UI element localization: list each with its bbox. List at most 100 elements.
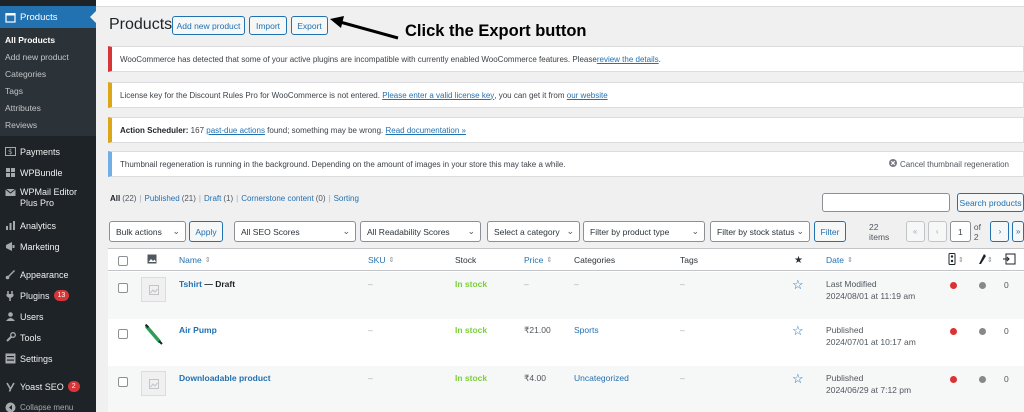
links-count: 0 [1004,326,1009,336]
sort-icon: ⇕ [546,257,553,264]
first-page-button: « [905,221,925,242]
readability-column-icon[interactable]: ⇕ [978,253,998,265]
sidebar-item-tools[interactable]: Tools [5,332,93,343]
import-button[interactable]: Import [249,16,287,35]
read-documentation-link[interactable]: Read documentation » [385,126,466,135]
image-column-icon [147,254,157,264]
sorting-link[interactable]: Sorting [334,194,359,203]
submenu-attributes[interactable]: Attributes [5,103,41,113]
sku-cell: – [368,325,373,335]
submenu-reviews[interactable]: Reviews [5,120,37,130]
past-due-actions-link[interactable]: past-due actions [206,126,265,135]
instruction-annotation: Click the Export button [405,22,587,40]
filter-button[interactable]: Filter [814,221,846,242]
product-name-link[interactable]: Downloadable product [179,373,271,383]
seo-score-column-icon[interactable]: ⇕ [948,253,970,265]
categories-column-header: Categories [574,255,616,265]
select-all-checkbox[interactable] [118,256,128,266]
sidebar-item-settings[interactable]: Settings [5,353,93,364]
submenu-tags[interactable]: Tags [5,86,23,96]
sku-cell: – [368,279,373,289]
table-row: Tshirt — Draft – In stock – – – ☆ Last M… [108,272,1024,319]
product-type-select[interactable]: Filter by product type ⌄ [583,221,705,242]
featured-toggle-star-icon[interactable]: ☆ [792,323,804,339]
links-column-icon[interactable] [1002,253,1020,265]
our-website-link[interactable]: our website [567,91,608,100]
sidebar-item-payments[interactable]: $ Payments [5,146,93,157]
sidebar-item-wpbundle[interactable]: WPBundle [5,167,93,178]
readability-scores-select[interactable]: All Readability Scores ⌄ [360,221,481,242]
stock-status-select[interactable]: Filter by stock status ⌄ [710,221,810,242]
select-value: Filter by product type [590,226,670,237]
mail-icon [5,187,16,198]
row-checkbox[interactable] [118,283,128,293]
price-cell: – [524,279,529,289]
seo-score-indicator [950,328,957,335]
date-value: 2024/07/01 at 10:17 am [826,337,916,347]
cancel-thumbnail-regeneration-button[interactable]: Cancel thumbnail regeneration [889,159,1009,169]
collapse-menu-button[interactable]: Collapse menu [5,402,93,412]
users-icon [5,311,16,322]
submenu-add-new-product[interactable]: Add new product [5,52,69,62]
apply-button[interactable]: Apply [189,221,223,242]
header-label: Name [179,255,202,265]
sku-column-header[interactable]: SKU ⇕ [368,255,394,265]
enter-license-key-link[interactable]: Please enter a valid license key [382,91,494,100]
product-name-link[interactable]: Air Pump [179,325,217,335]
featured-toggle-star-icon[interactable]: ☆ [792,371,804,387]
add-new-product-button[interactable]: Add new product [172,16,245,35]
product-placeholder-image[interactable] [141,277,166,302]
product-name-link[interactable]: Tshirt [179,279,202,289]
search-products-input[interactable] [822,193,950,212]
view-draft-link[interactable]: Draft [204,194,221,203]
sidebar-item-products[interactable]: Products [0,6,96,28]
sidebar-item-marketing[interactable]: Marketing [5,241,93,252]
view-cornerstone-link[interactable]: Cornerstone content [241,194,314,203]
category-link[interactable]: Sports [574,325,599,335]
name-column-header[interactable]: Name ⇕ [179,255,211,265]
view-published-link[interactable]: Published [145,194,180,203]
sidebar-item-plugins[interactable]: Plugins 13 [5,290,93,301]
status-filter-links: All (22) | Published (21) | Draft (1) | … [110,194,359,203]
yoast-icon [5,381,16,392]
select-value: All SEO Scores [241,226,300,237]
price-column-header[interactable]: Price ⇕ [524,255,552,265]
review-details-link[interactable]: review the details [597,55,659,64]
seo-score-indicator [950,376,957,383]
product-placeholder-image[interactable] [141,371,166,396]
bulk-actions-select[interactable]: Bulk actions ⌄ [109,221,186,242]
products-submenu: All Products Add new product Categories … [0,28,96,136]
current-page-input[interactable]: 1 [949,221,971,242]
license-key-notice: License key for the Discount Rules Pro f… [108,82,1024,108]
category-select[interactable]: Select a category ⌄ [487,221,580,242]
sidebar-item-analytics[interactable]: Analytics [5,220,93,231]
air-pump-image[interactable] [141,321,166,346]
sidebar-item-yoast-seo[interactable]: Yoast SEO 2 [5,381,93,392]
notice-bold-label: Action Scheduler: [120,125,189,135]
notice-text: . [658,54,661,64]
sidebar-item-users[interactable]: Users [5,311,93,322]
submenu-categories[interactable]: Categories [5,69,46,79]
chevron-down-icon: ⌄ [467,226,475,236]
sidebar-item-appearance[interactable]: Appearance [5,269,93,280]
collapse-icon [5,402,16,412]
sidebar-item-wpmail-editor[interactable]: WPMail Editor Plus Pro [5,187,93,209]
submenu-all-products[interactable]: All Products [5,35,55,45]
category-link[interactable]: Uncategorized [574,373,629,383]
row-checkbox[interactable] [118,377,128,387]
admin-top-strip [96,0,1024,7]
view-all-link[interactable]: All [110,194,120,203]
row-checkbox[interactable] [118,329,128,339]
sidebar-item-label: Settings [20,353,53,364]
date-column-header[interactable]: Date ⇕ [826,255,853,265]
featured-toggle-star-icon[interactable]: ☆ [792,277,804,293]
seo-scores-select[interactable]: All SEO Scores ⌄ [234,221,356,242]
next-page-button[interactable]: › [990,221,1010,242]
date-cell: Last Modified 2024/08/01 at 11:19 am [826,278,915,302]
search-products-button[interactable]: Search products [957,193,1024,212]
brush-icon [5,269,16,280]
header-label: SKU [368,255,386,265]
chevron-down-icon: ⌄ [342,226,350,236]
last-page-button[interactable]: » [1012,221,1024,242]
export-button[interactable]: Export [291,16,328,35]
